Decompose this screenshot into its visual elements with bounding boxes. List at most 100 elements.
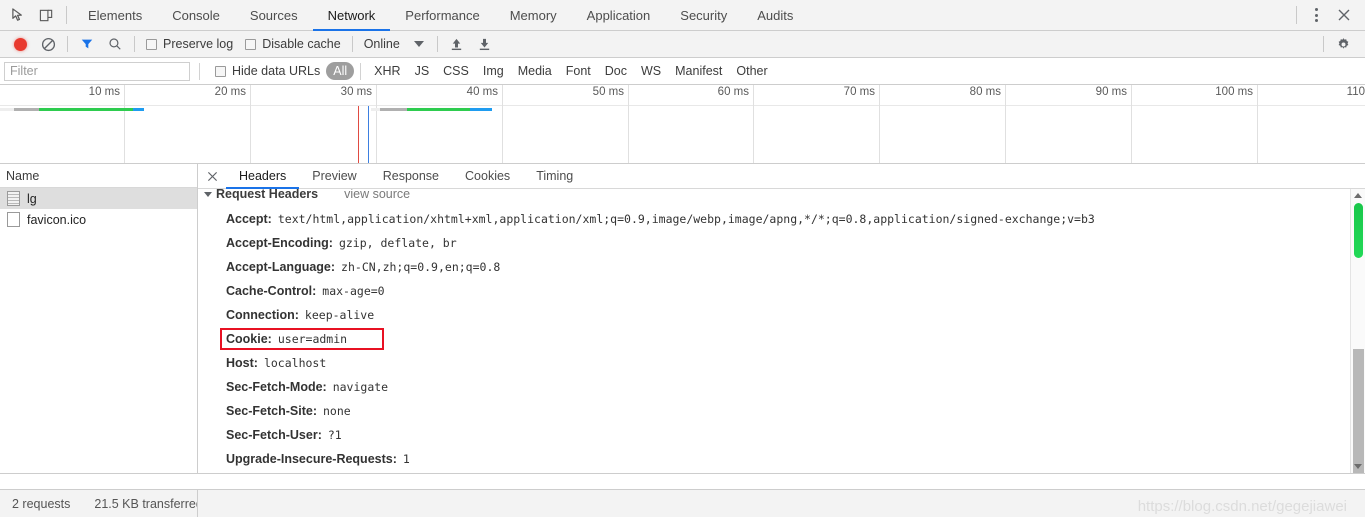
tab-audits[interactable]: Audits (742, 0, 808, 31)
header-row-upgrade-insecure-requests: Upgrade-Insecure-Requests: 1 (226, 447, 1365, 471)
filter-input[interactable] (4, 61, 190, 81)
hide-data-urls-checkbox[interactable]: Hide data URLs (209, 64, 326, 78)
tab-preview[interactable]: Preview (299, 164, 369, 189)
timeline-tick-label: 90 ms (1095, 86, 1127, 98)
toolbar-divider (67, 36, 68, 52)
header-name: Upgrade-Insecure-Requests: (226, 452, 397, 466)
tab-security[interactable]: Security (665, 0, 742, 31)
overview-request-bar-favicon (0, 108, 600, 111)
transferred-size: 21.5 KB transferred (94, 496, 198, 511)
type-filter-xhr[interactable]: XHR (367, 62, 407, 80)
header-value: max-age=0 (322, 284, 385, 298)
scrollbar-track-segment[interactable] (1353, 349, 1364, 473)
type-filter-manifest[interactable]: Manifest (668, 62, 729, 80)
header-name: Cache-Control: (226, 284, 317, 298)
tab-console[interactable]: Console (157, 0, 235, 31)
requests-count: 2 requests (12, 496, 71, 511)
document-icon (7, 191, 20, 206)
header-row-accept: Accept: text/html,application/xhtml+xml,… (226, 207, 1365, 231)
record-button[interactable] (6, 32, 34, 56)
inspect-element-icon[interactable] (4, 1, 32, 29)
tab-response[interactable]: Response (370, 164, 452, 189)
requests-column-header-name[interactable]: Name (0, 164, 197, 188)
timeline-tick: 80 ms (880, 85, 1006, 163)
header-value: text/html,application/xhtml+xml,applicat… (277, 212, 1095, 226)
tab-memory[interactable]: Memory (495, 0, 572, 31)
scroll-down-arrow-icon[interactable] (1351, 460, 1365, 473)
checkbox-box[interactable] (215, 65, 226, 77)
timeline-tick: 90 ms (1006, 85, 1132, 163)
clear-button[interactable] (34, 32, 62, 56)
bar-segment-stalled (380, 108, 407, 111)
request-detail-pane: Headers Preview Response Cookies Timing … (198, 164, 1365, 473)
close-icon[interactable] (198, 164, 226, 188)
tab-network[interactable]: Network (313, 0, 391, 31)
timeline-tick: 40 ms (377, 85, 503, 163)
tab-performance[interactable]: Performance (390, 0, 494, 31)
type-filter-all[interactable]: All (326, 62, 355, 80)
bar-segment-download (470, 108, 492, 111)
tab-elements[interactable]: Elements (73, 0, 157, 31)
checkbox-box[interactable] (245, 38, 257, 50)
filter-funnel-icon[interactable] (73, 32, 101, 56)
disable-cache-checkbox[interactable]: Disable cache (239, 37, 347, 51)
chevron-down-icon[interactable] (413, 41, 424, 47)
requests-list-pane: Name lg favicon.ico (0, 164, 198, 473)
tab-application[interactable]: Application (572, 0, 666, 31)
tab-headers[interactable]: Headers (226, 164, 299, 189)
view-source-link[interactable]: view source (344, 189, 410, 201)
scroll-up-arrow-icon[interactable] (1351, 189, 1365, 202)
tab-cookies[interactable]: Cookies (452, 164, 523, 189)
type-filter-other[interactable]: Other (729, 62, 774, 80)
request-row-lg[interactable]: lg (0, 188, 197, 209)
network-toolbar: Preserve log Disable cache Online (0, 31, 1365, 58)
toolbar-divider (66, 6, 67, 24)
detail-vertical-scrollbar[interactable] (1350, 189, 1365, 473)
scrollbar-thumb[interactable] (1354, 203, 1363, 258)
chevron-down-icon[interactable] (204, 191, 212, 197)
type-filter-ws[interactable]: WS (634, 62, 668, 80)
gear-icon[interactable] (1329, 32, 1357, 56)
type-filter-doc[interactable]: Doc (598, 62, 634, 80)
header-name: Connection: (226, 308, 299, 322)
header-row-host: Host: localhost (226, 351, 1365, 375)
header-row-cache-control: Cache-Control: max-age=0 (226, 279, 1365, 303)
request-row-favicon[interactable]: favicon.ico (0, 209, 197, 230)
hide-data-urls-label: Hide data URLs (232, 64, 321, 78)
network-status-bar: 2 requests 21.5 KB transferred https://b… (0, 489, 1365, 517)
load-event-line (368, 106, 369, 163)
search-icon[interactable] (101, 32, 129, 56)
checkbox-box[interactable] (146, 38, 157, 50)
type-filter-img[interactable]: Img (476, 62, 511, 80)
request-headers-body: Request Headers view source Accept: text… (198, 189, 1365, 473)
import-har-icon[interactable] (443, 32, 471, 56)
header-row-sec-fetch-mode: Sec-Fetch-Mode: navigate (226, 375, 1365, 399)
bar-segment-waiting (407, 108, 470, 111)
request-headers-section-header[interactable]: Request Headers view source (198, 189, 1365, 203)
request-name: favicon.ico (27, 212, 87, 227)
status-left-group: 2 requests 21.5 KB transferred (0, 489, 198, 517)
type-filter-js[interactable]: JS (408, 62, 437, 80)
more-vertical-icon[interactable] (1303, 2, 1329, 28)
header-name: Accept-Encoding: (226, 236, 333, 250)
preserve-log-checkbox[interactable]: Preserve log (140, 37, 239, 51)
type-filter-css[interactable]: CSS (436, 62, 476, 80)
tab-timing[interactable]: Timing (523, 164, 586, 189)
throttling-dropdown[interactable]: Online (358, 37, 432, 51)
header-row-cookie: Cookie: user=admin (220, 327, 1365, 351)
network-overview-timeline[interactable]: 10 ms 20 ms 30 ms 40 ms 50 ms 60 ms 70 m… (0, 85, 1365, 164)
section-title: Request Headers (216, 189, 319, 201)
header-value: zh-CN,zh;q=0.9,en;q=0.8 (341, 260, 501, 274)
export-har-icon[interactable] (471, 32, 499, 56)
header-value: user=admin (277, 332, 348, 346)
request-headers-list: Accept: text/html,application/xhtml+xml,… (198, 207, 1365, 473)
device-toolbar-icon[interactable] (32, 1, 60, 29)
type-filter-media[interactable]: Media (511, 62, 559, 80)
throttling-value: Online (363, 37, 400, 51)
type-filter-font[interactable]: Font (559, 62, 598, 80)
close-icon[interactable] (1329, 2, 1359, 28)
network-main-area: Name lg favicon.ico Headers Preview Resp… (0, 164, 1365, 474)
devtools-top-toolbar: Elements Console Sources Network Perform… (0, 0, 1365, 31)
dom-content-loaded-line (358, 106, 359, 163)
tab-sources[interactable]: Sources (235, 0, 313, 31)
